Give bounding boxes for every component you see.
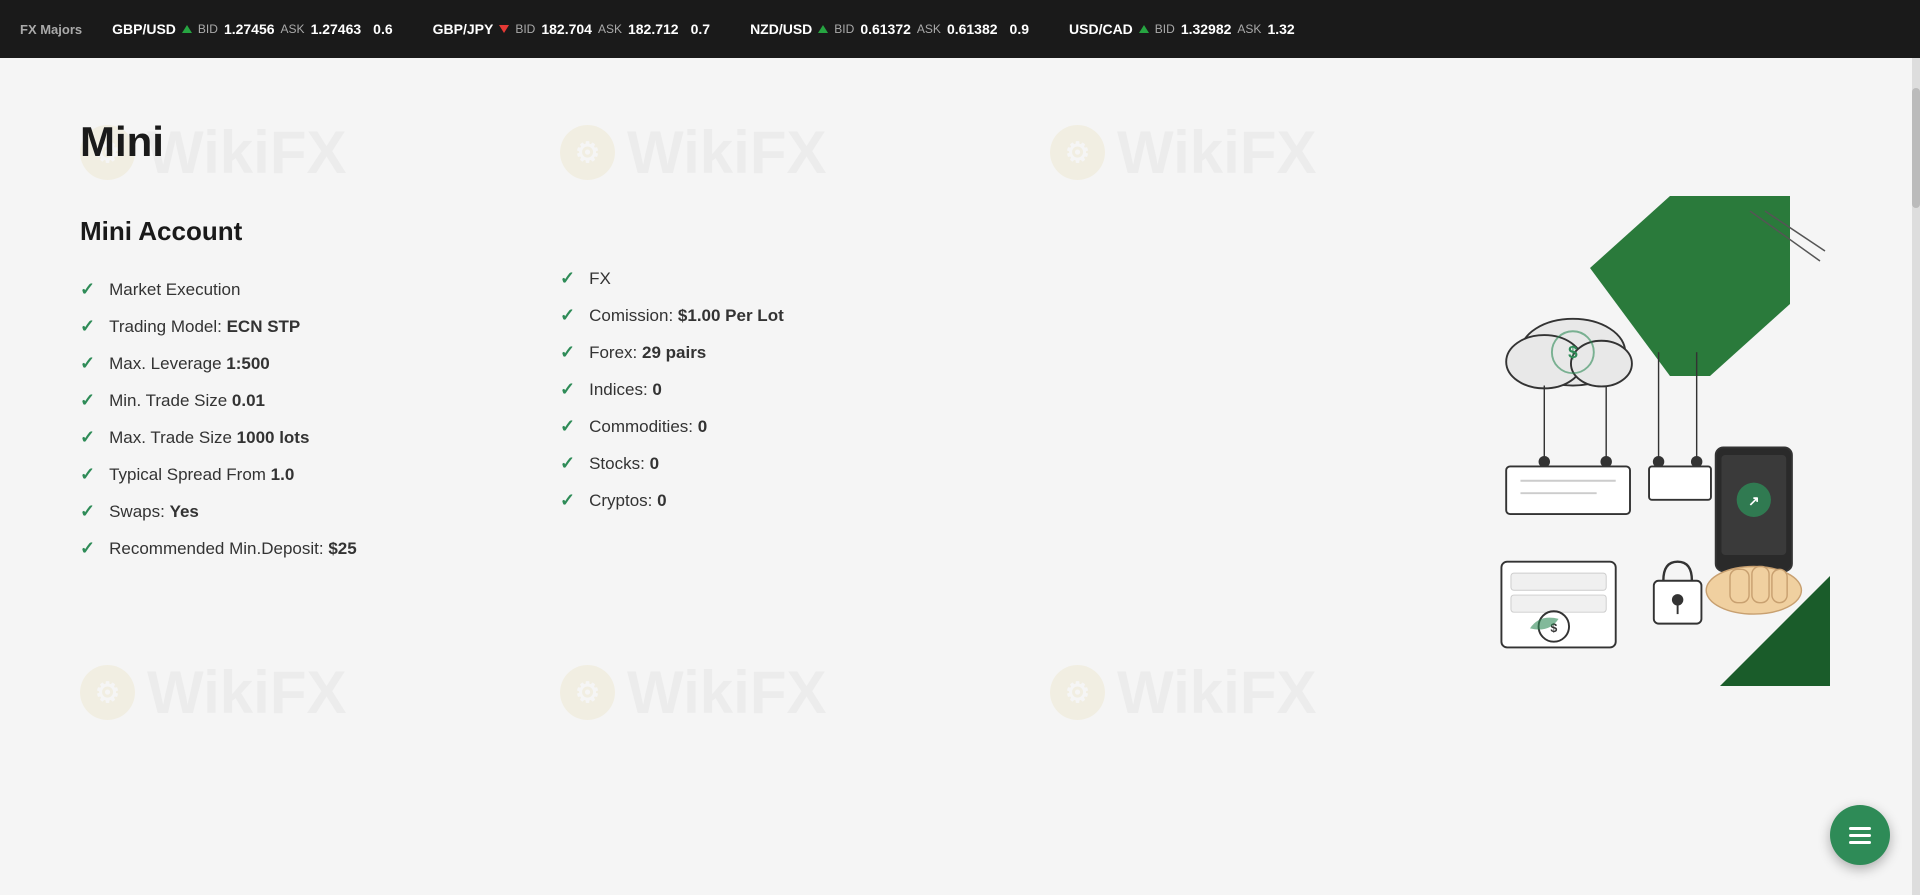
check-icon-right-3: ✓ bbox=[560, 379, 575, 400]
feature-right-label-2: Forex: 29 pairs bbox=[589, 343, 706, 363]
ticker-spread-1: 0.7 bbox=[691, 21, 710, 37]
feature-left-label-1: Trading Model: ECN STP bbox=[109, 317, 300, 337]
check-icon-right-1: ✓ bbox=[560, 305, 575, 326]
deco-lines bbox=[1730, 206, 1830, 266]
ticker-ask-label-2: ASK bbox=[917, 22, 941, 36]
features-left-list: ✓ Market Execution ✓ Trading Model: ECN … bbox=[80, 279, 560, 559]
ticker-spread-0: 0.6 bbox=[373, 21, 392, 37]
ticker-arrow-up-3 bbox=[1139, 25, 1149, 33]
left-panel: Mini Account ✓ Market Execution ✓ Tradin… bbox=[80, 216, 560, 696]
ticker-bid-label-1: BID bbox=[515, 22, 535, 36]
scrollbar-thumb[interactable] bbox=[1912, 88, 1920, 208]
check-icon-right-6: ✓ bbox=[560, 490, 575, 511]
ticker-ask-3: 1.32 bbox=[1267, 21, 1294, 37]
chat-line-3 bbox=[1849, 841, 1871, 844]
check-icon-left-7: ✓ bbox=[80, 538, 95, 559]
ticker-bid-label-0: BID bbox=[198, 22, 218, 36]
ticker-bid-1: 182.704 bbox=[541, 21, 592, 37]
ticker-pair-2: NZD/USD bbox=[750, 21, 812, 37]
feature-left-0: ✓ Market Execution bbox=[80, 279, 560, 300]
feature-left-2: ✓ Max. Leverage 1:500 bbox=[80, 353, 560, 374]
feature-left-4: ✓ Max. Trade Size 1000 lots bbox=[80, 427, 560, 448]
feature-right-label-3: Indices: 0 bbox=[589, 380, 662, 400]
illustration-container: $ bbox=[1420, 196, 1840, 696]
feature-left-label-4: Max. Trade Size 1000 lots bbox=[109, 428, 309, 448]
feature-right-5: ✓ Stocks: 0 bbox=[560, 453, 980, 474]
feature-left-label-0: Market Execution bbox=[109, 280, 240, 300]
features-right-list: ✓ FX ✓ Comission: $1.00 Per Lot ✓ Forex:… bbox=[560, 268, 980, 511]
chat-icon bbox=[1849, 827, 1871, 844]
check-icon-left-3: ✓ bbox=[80, 390, 95, 411]
ticker-ask-label-1: ASK bbox=[598, 22, 622, 36]
ticker-item-1: GBP/JPY BID 182.704 ASK 182.712 0.7 bbox=[433, 21, 710, 37]
ticker-pair-1: GBP/JPY bbox=[433, 21, 494, 37]
chat-line-2 bbox=[1849, 834, 1871, 837]
ticker-arrow-up-0 bbox=[182, 25, 192, 33]
feature-right-label-0: FX bbox=[589, 269, 611, 289]
ticker-pair-0: GBP/USD bbox=[112, 21, 176, 37]
page-title: Mini bbox=[80, 118, 1840, 166]
feature-right-label-1: Comission: $1.00 Per Lot bbox=[589, 306, 784, 326]
chat-line-1 bbox=[1849, 827, 1871, 830]
chat-button[interactable] bbox=[1830, 805, 1890, 865]
feature-right-label-5: Stocks: 0 bbox=[589, 454, 659, 474]
ticker-item-3: USD/CAD BID 1.32982 ASK 1.32 bbox=[1069, 21, 1295, 37]
check-icon-right-0: ✓ bbox=[560, 268, 575, 289]
feature-left-label-6: Swaps: Yes bbox=[109, 502, 199, 522]
ticker-label: FX Majors bbox=[20, 22, 82, 37]
ticker-arrow-down-1 bbox=[499, 25, 509, 33]
feature-right-1: ✓ Comission: $1.00 Per Lot bbox=[560, 305, 980, 326]
ticker-pair-3: USD/CAD bbox=[1069, 21, 1133, 37]
ticker-item-2: NZD/USD BID 0.61372 ASK 0.61382 0.9 bbox=[750, 21, 1029, 37]
ticker-bid-label-3: BID bbox=[1155, 22, 1175, 36]
account-title: Mini Account bbox=[80, 216, 560, 247]
feature-right-label-6: Cryptos: 0 bbox=[589, 491, 667, 511]
ticker-arrow-up-2 bbox=[818, 25, 828, 33]
feature-right-0: ✓ FX bbox=[560, 268, 980, 289]
content-layout: Mini Account ✓ Market Execution ✓ Tradin… bbox=[80, 216, 1840, 696]
feature-left-1: ✓ Trading Model: ECN STP bbox=[80, 316, 560, 337]
illustration-area: $ bbox=[980, 216, 1840, 696]
svg-text:$: $ bbox=[1568, 342, 1578, 362]
feature-left-label-5: Typical Spread From 1.0 bbox=[109, 465, 294, 485]
feature-right-label-4: Commodities: 0 bbox=[589, 417, 707, 437]
svg-text:↗: ↗ bbox=[1748, 494, 1759, 509]
ticker-bid-0: 1.27456 bbox=[224, 21, 275, 37]
feature-left-7: ✓ Recommended Min.Deposit: $25 bbox=[80, 538, 560, 559]
check-icon-left-1: ✓ bbox=[80, 316, 95, 337]
check-icon-right-2: ✓ bbox=[560, 342, 575, 363]
check-icon-left-5: ✓ bbox=[80, 464, 95, 485]
feature-right-6: ✓ Cryptos: 0 bbox=[560, 490, 980, 511]
ticker-ask-label-0: ASK bbox=[281, 22, 305, 36]
feature-right-4: ✓ Commodities: 0 bbox=[560, 416, 980, 437]
ticker-bid-3: 1.32982 bbox=[1181, 21, 1232, 37]
ticker-ask-0: 1.27463 bbox=[311, 21, 362, 37]
check-icon-left-4: ✓ bbox=[80, 427, 95, 448]
ticker-bar: FX Majors GBP/USD BID 1.27456 ASK 1.2746… bbox=[0, 0, 1920, 58]
scrollbar-track[interactable] bbox=[1912, 58, 1920, 895]
check-icon-left-6: ✓ bbox=[80, 501, 95, 522]
ticker-item-0: GBP/USD BID 1.27456 ASK 1.27463 0.6 bbox=[112, 21, 393, 37]
ticker-ask-label-3: ASK bbox=[1237, 22, 1261, 36]
right-features: ✓ FX ✓ Comission: $1.00 Per Lot ✓ Forex:… bbox=[560, 216, 980, 696]
feature-left-label-2: Max. Leverage 1:500 bbox=[109, 354, 270, 374]
feature-left-label-7: Recommended Min.Deposit: $25 bbox=[109, 539, 357, 559]
ticker-bid-2: 0.61372 bbox=[860, 21, 911, 37]
feature-left-5: ✓ Typical Spread From 1.0 bbox=[80, 464, 560, 485]
check-icon-left-2: ✓ bbox=[80, 353, 95, 374]
feature-left-label-3: Min. Trade Size 0.01 bbox=[109, 391, 265, 411]
check-icon-left-0: ✓ bbox=[80, 279, 95, 300]
check-icon-right-5: ✓ bbox=[560, 453, 575, 474]
feature-right-2: ✓ Forex: 29 pairs bbox=[560, 342, 980, 363]
feature-left-6: ✓ Swaps: Yes bbox=[80, 501, 560, 522]
ticker-ask-1: 182.712 bbox=[628, 21, 679, 37]
check-icon-right-4: ✓ bbox=[560, 416, 575, 437]
trading-svg: $ bbox=[1440, 276, 1820, 676]
main-content: ⚙ WikiFX ⚙ WikiFX ⚙ WikiFX ⚙ WikiFX ⚙ Wi… bbox=[0, 58, 1920, 895]
ticker-bid-label-2: BID bbox=[834, 22, 854, 36]
feature-left-3: ✓ Min. Trade Size 0.01 bbox=[80, 390, 560, 411]
ticker-ask-2: 0.61382 bbox=[947, 21, 998, 37]
ticker-spread-2: 0.9 bbox=[1010, 21, 1029, 37]
feature-right-3: ✓ Indices: 0 bbox=[560, 379, 980, 400]
